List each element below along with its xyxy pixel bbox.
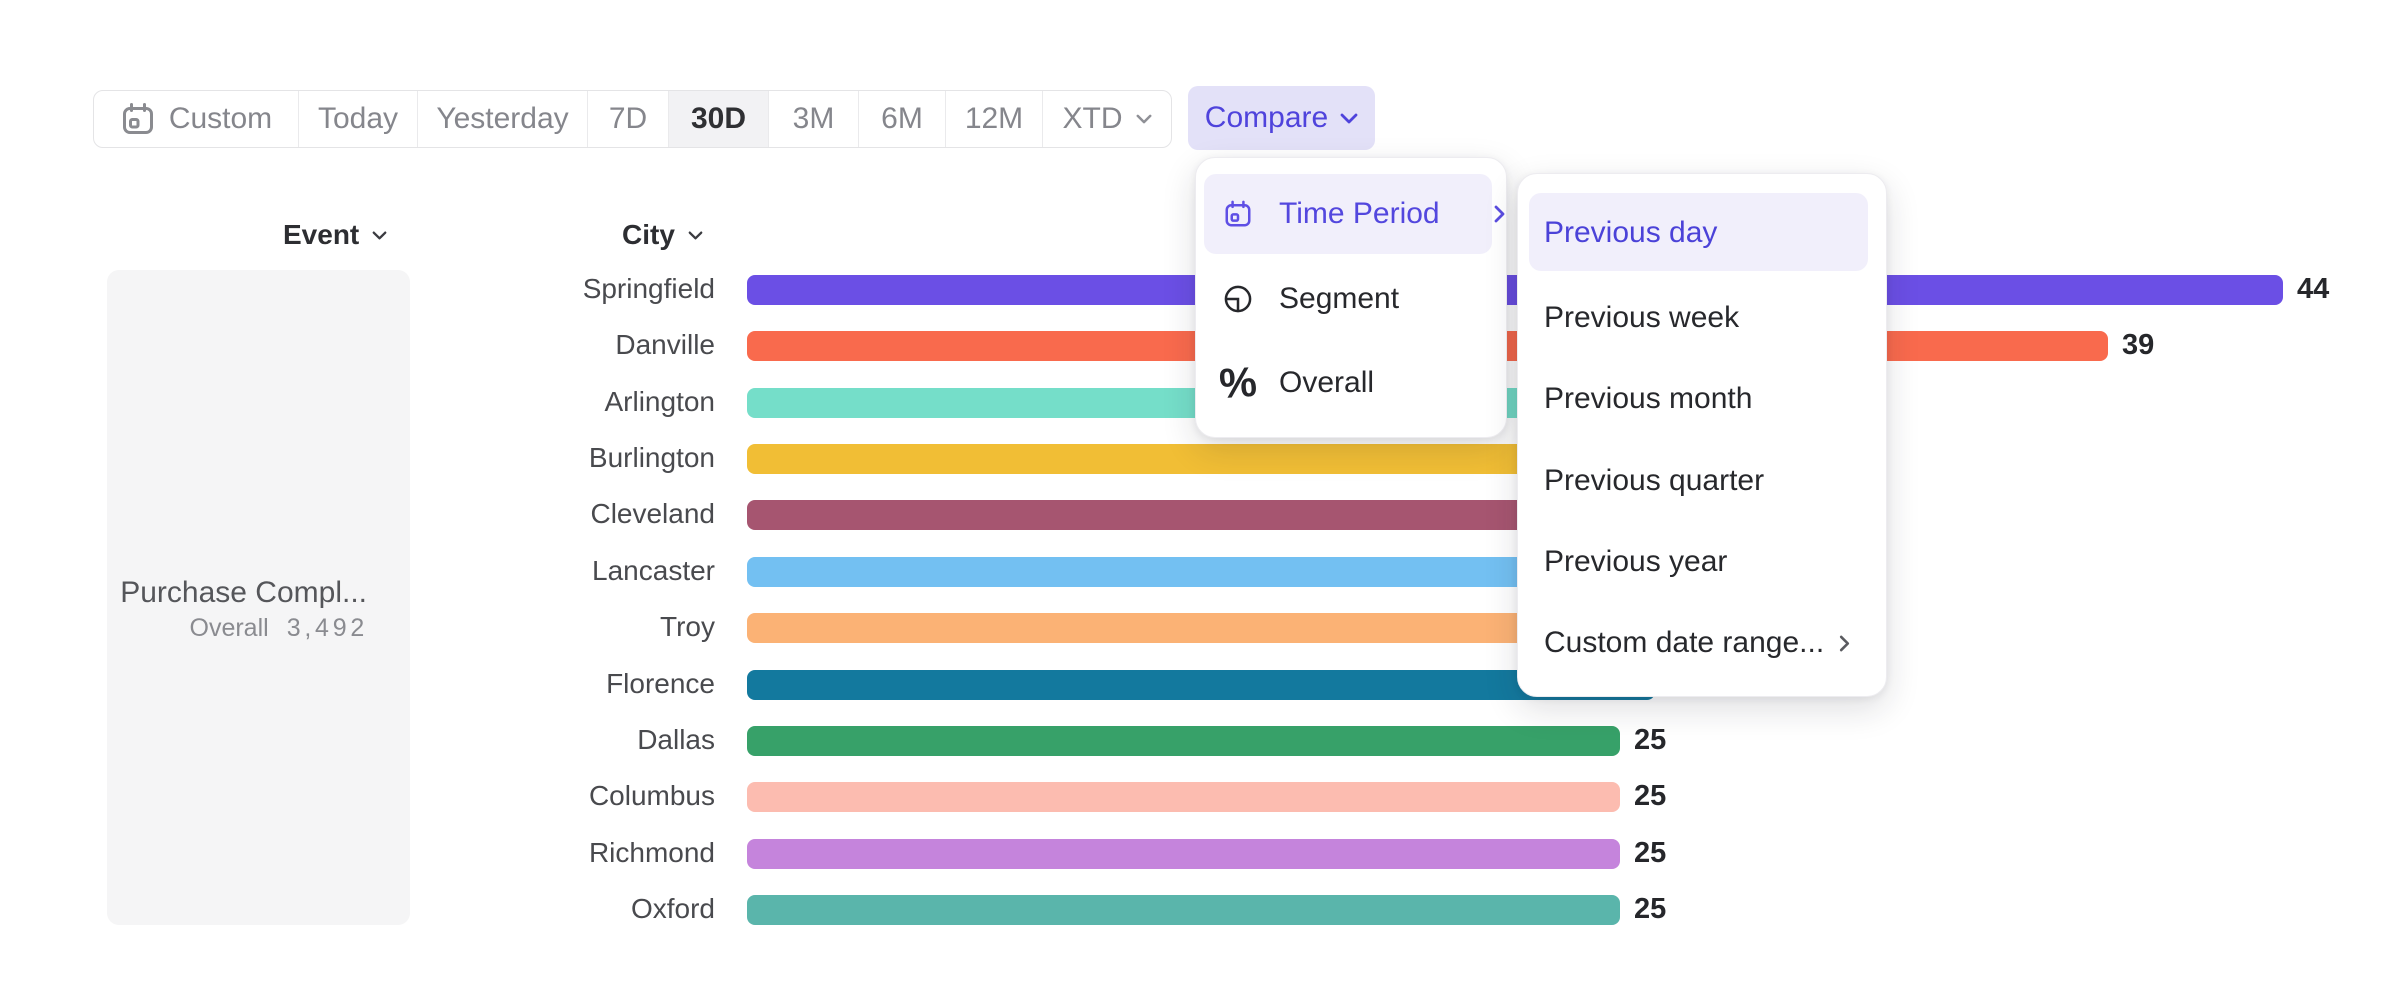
submenu-item-label: Previous year <box>1544 545 1727 579</box>
bar-value-dallas: 25 <box>1634 724 1666 757</box>
compare-button[interactable]: Compare <box>1188 86 1375 150</box>
submenu-item-previous-quarter[interactable]: Previous quarter <box>1544 457 1862 505</box>
menu-item-label: Overall <box>1279 366 1374 400</box>
menu-item-label: Time Period <box>1279 197 1440 231</box>
bar-value-oxford: 25 <box>1634 893 1666 926</box>
event-column-header[interactable]: Event <box>283 219 387 251</box>
preset-label: 3M <box>793 102 835 136</box>
preset-12m[interactable]: 12M <box>946 91 1043 147</box>
bar-label-arlington: Arlington <box>0 386 715 418</box>
preset-label: XTD <box>1063 102 1123 136</box>
submenu-item-previous-year[interactable]: Previous year <box>1544 538 1862 586</box>
preset-today[interactable]: Today <box>299 91 418 147</box>
preset-xtd[interactable]: XTD <box>1043 91 1171 147</box>
preset-custom[interactable]: Custom <box>94 91 299 147</box>
bar-value-richmond: 25 <box>1634 837 1666 870</box>
city-column-header[interactable]: City <box>622 219 703 251</box>
bar-oxford[interactable] <box>747 895 1620 925</box>
preset-7d[interactable]: 7D <box>588 91 669 147</box>
chevron-right-icon <box>1839 635 1850 652</box>
menu-item-overall[interactable]: % Overall <box>1223 359 1374 407</box>
bar-label-florence: Florence <box>0 668 715 700</box>
preset-yesterday[interactable]: Yesterday <box>418 91 588 147</box>
bar-label-oxford: Oxford <box>0 893 715 925</box>
submenu-item-label: Previous quarter <box>1544 464 1764 498</box>
city-column-header-label: City <box>622 219 675 251</box>
preset-3m[interactable]: 3M <box>769 91 859 147</box>
preset-label: 12M <box>965 102 1023 136</box>
chevron-right-icon <box>1494 205 1505 223</box>
submenu-item-label: Previous month <box>1544 382 1752 416</box>
bar-value-danville: 39 <box>2122 329 2154 362</box>
bar-label-cleveland: Cleveland <box>0 498 715 530</box>
percent-icon: % <box>1222 361 1255 405</box>
preset-label: 30D <box>691 102 746 136</box>
submenu-item-label: Previous day <box>1544 216 1717 250</box>
calendar-icon <box>120 101 156 137</box>
event-legend-card[interactable]: Purchase Compl... Overall 3,492 <box>107 270 410 925</box>
bar-label-burlington: Burlington <box>0 442 715 474</box>
preset-label: Yesterday <box>436 102 568 136</box>
bar-richmond[interactable] <box>747 839 1620 869</box>
bar-value-columbus: 25 <box>1634 780 1666 813</box>
preset-label: 6M <box>881 102 923 136</box>
time-period-submenu: Previous day Previous week Previous month P… <box>1517 173 1887 697</box>
bar-columbus[interactable] <box>747 782 1620 812</box>
preset-label: 7D <box>609 102 647 136</box>
bar-label-dallas: Dallas <box>0 724 715 756</box>
bar-label-richmond: Richmond <box>0 837 715 869</box>
preset-label: Today <box>318 102 398 136</box>
bar-value-springfield: 44 <box>2297 273 2329 306</box>
preset-30d[interactable]: 30D <box>669 91 769 147</box>
submenu-item-label: Custom date range... <box>1544 626 1824 660</box>
submenu-item-previous-week[interactable]: Previous week <box>1544 294 1862 342</box>
bar-springfield[interactable] <box>747 275 2283 305</box>
bar-label-danville: Danville <box>0 329 715 361</box>
segment-icon <box>1223 281 1253 317</box>
preset-label: Custom <box>169 102 272 136</box>
bar-dallas[interactable] <box>747 726 1620 756</box>
calendar-icon <box>1223 199 1253 229</box>
submenu-item-previous-month[interactable]: Previous month <box>1544 375 1862 423</box>
compare-dropdown-menu: Time Period Segment% Overall <box>1195 157 1507 438</box>
submenu-item-label: Previous week <box>1544 301 1739 335</box>
compare-button-label: Compare <box>1205 101 1328 135</box>
menu-item-label: Segment <box>1279 282 1399 316</box>
chevron-down-icon <box>1340 113 1358 124</box>
chevron-down-icon <box>1136 114 1152 124</box>
preset-6m[interactable]: 6M <box>859 91 946 147</box>
submenu-item-custom-date-range[interactable]: Custom date range... <box>1544 619 1862 667</box>
chevron-down-icon <box>372 231 387 240</box>
bar-label-troy: Troy <box>0 611 715 643</box>
insights-report-canvas: Custom Today Yesterday 7D 30D 3M 6M 12M XTD Comp… <box>0 0 2394 1004</box>
menu-item-segment[interactable]: Segment <box>1223 275 1399 323</box>
date-range-toolbar: Custom Today Yesterday 7D 30D 3M 6M 12M XTD <box>93 90 1172 148</box>
event-column-header-label: Event <box>283 219 359 251</box>
bar-label-columbus: Columbus <box>0 780 715 812</box>
chevron-down-icon <box>688 231 703 240</box>
bar-label-lancaster: Lancaster <box>0 555 715 587</box>
menu-item-time-period[interactable]: Time Period <box>1223 190 1505 238</box>
bar-label-springfield: Springfield <box>0 273 715 305</box>
submenu-item-previous-day[interactable]: Previous day <box>1544 209 1862 257</box>
